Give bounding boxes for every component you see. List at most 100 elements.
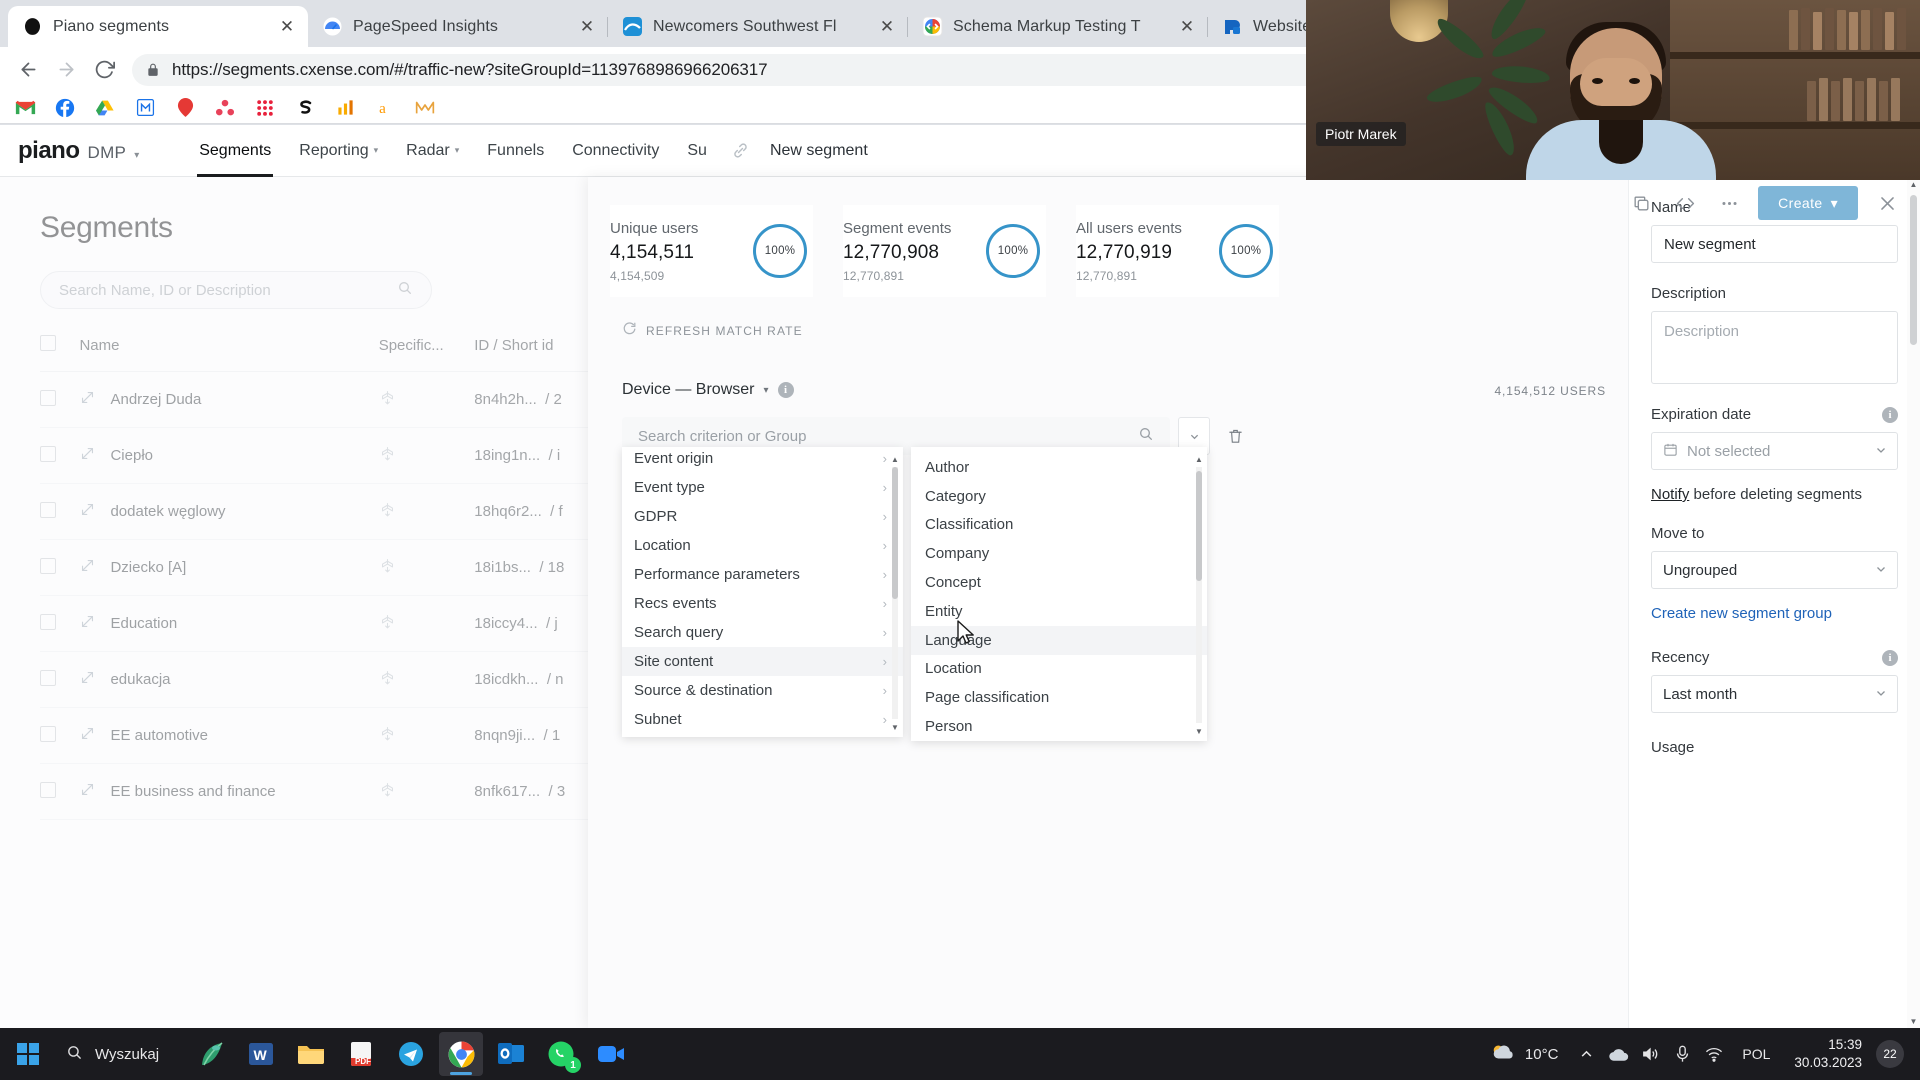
scroll-up-icon[interactable]: ▲ bbox=[1193, 453, 1205, 465]
file-explorer-icon[interactable] bbox=[289, 1032, 333, 1076]
info-icon[interactable]: i bbox=[1882, 406, 1898, 423]
close-icon[interactable]: ✕ bbox=[876, 16, 898, 38]
criterion-subcategory-item[interactable]: Classification bbox=[911, 511, 1207, 540]
criterion-subcategory-menu[interactable]: Author Category Classification Company Conce… bbox=[911, 447, 1207, 741]
webcam-overlay[interactable]: Piotr Marek bbox=[1306, 0, 1920, 180]
chevron-down-icon[interactable]: ▾ bbox=[763, 385, 768, 396]
nav-item-radar[interactable]: Radar ▾ bbox=[392, 125, 473, 177]
nav-item-su[interactable]: Su bbox=[673, 125, 721, 177]
scroll-down-icon[interactable]: ▼ bbox=[1907, 1014, 1920, 1028]
criterion-title[interactable]: Device — Browser bbox=[622, 381, 754, 399]
more-options-icon[interactable] bbox=[1714, 188, 1744, 218]
criterion-subcategory-item[interactable]: Author bbox=[911, 453, 1207, 482]
feather-icon[interactable] bbox=[189, 1032, 233, 1076]
delete-criterion-button[interactable] bbox=[1218, 417, 1252, 455]
scroll-down-icon[interactable]: ▼ bbox=[1193, 725, 1205, 737]
dots-bookmark[interactable] bbox=[254, 97, 276, 119]
gmail-bookmark[interactable] bbox=[14, 97, 36, 119]
close-modal-icon[interactable] bbox=[1872, 188, 1902, 218]
m-bookmark[interactable] bbox=[134, 97, 156, 119]
close-icon[interactable]: ✕ bbox=[1176, 16, 1198, 38]
code-icon[interactable] bbox=[1670, 188, 1700, 218]
info-icon[interactable]: i bbox=[1882, 649, 1898, 666]
criterion-category-item[interactable]: Search query › bbox=[622, 618, 903, 647]
create-button[interactable]: Create ▾ bbox=[1758, 186, 1858, 220]
zoom-app-icon[interactable] bbox=[589, 1032, 633, 1076]
criterion-subcategory-item[interactable]: Category bbox=[911, 482, 1207, 511]
chrome-app-icon[interactable] bbox=[439, 1032, 484, 1076]
chevron-down-icon[interactable] bbox=[1876, 564, 1886, 577]
expiration-date-select[interactable]: Not selected bbox=[1651, 432, 1898, 470]
drive-bookmark[interactable] bbox=[94, 97, 116, 119]
create-segment-group-link[interactable]: Create new segment group bbox=[1651, 605, 1832, 622]
duplicate-icon[interactable] bbox=[1626, 188, 1656, 218]
scroll-thumb[interactable] bbox=[892, 467, 898, 599]
scroll-up-icon[interactable]: ▲ bbox=[889, 453, 901, 465]
whatsapp-app-icon[interactable]: 1 bbox=[539, 1032, 583, 1076]
chevron-down-icon[interactable] bbox=[1876, 688, 1886, 701]
criterion-category-item[interactable]: Event type › bbox=[622, 473, 903, 502]
brand-logo[interactable]: piano DMP ▾ bbox=[18, 137, 139, 165]
owin-bookmark[interactable] bbox=[174, 97, 196, 119]
criterion-subcategory-item[interactable]: Page classification bbox=[911, 683, 1207, 712]
network-icon[interactable] bbox=[1700, 1032, 1728, 1076]
language-indicator[interactable]: POL bbox=[1732, 1046, 1780, 1062]
menu-right-scrollbar[interactable]: ▲ ▼ bbox=[1193, 453, 1205, 737]
acrobat-app-icon[interactable]: PDF bbox=[339, 1032, 383, 1076]
description-field[interactable]: Description bbox=[1651, 311, 1898, 384]
info-icon[interactable]: i bbox=[777, 382, 794, 398]
clock-widget[interactable]: 15:39 30.03.2023 bbox=[1784, 1036, 1872, 1072]
browser-tab-0[interactable]: Piano segments ✕ bbox=[8, 6, 308, 47]
nav-item-connectivity[interactable]: Connectivity bbox=[558, 125, 673, 177]
nav-item-segments[interactable]: Segments bbox=[185, 125, 285, 177]
refresh-match-rate-button[interactable]: REFRESH MATCH RATE bbox=[622, 321, 1588, 341]
scroll-thumb[interactable] bbox=[1910, 195, 1917, 345]
nav-item-reporting[interactable]: Reporting ▾ bbox=[285, 125, 392, 177]
analytics-bookmark[interactable] bbox=[334, 97, 356, 119]
name-field[interactable]: New segment bbox=[1651, 225, 1898, 263]
microphone-icon[interactable] bbox=[1668, 1032, 1696, 1076]
chevron-up-icon[interactable] bbox=[1572, 1032, 1600, 1076]
criterion-category-item[interactable]: Site content › bbox=[622, 647, 903, 676]
weather-widget[interactable]: 10°C bbox=[1480, 1042, 1569, 1066]
menu-left-scrollbar[interactable]: ▲ ▼ bbox=[889, 453, 901, 733]
criterion-category-item[interactable]: Recs events › bbox=[622, 589, 903, 618]
criterion-subcategory-item[interactable]: Entity bbox=[911, 597, 1207, 626]
criterion-category-item[interactable]: Performance parameters › bbox=[622, 560, 903, 589]
chevron-down-icon[interactable]: ▾ bbox=[134, 150, 139, 161]
start-button[interactable] bbox=[0, 1028, 56, 1080]
criterion-subcategory-item[interactable]: Person bbox=[911, 712, 1207, 741]
telegram-app-icon[interactable] bbox=[389, 1032, 433, 1076]
nav-item-funnels[interactable]: Funnels bbox=[473, 125, 558, 177]
browser-tab-2[interactable]: Newcomers Southwest Fl ✕ bbox=[608, 6, 908, 47]
criterion-subcategory-item[interactable]: Location bbox=[911, 655, 1207, 684]
browser-tab-1[interactable]: PageSpeed Insights ✕ bbox=[308, 6, 608, 47]
search-icon[interactable] bbox=[1138, 426, 1154, 447]
reload-icon[interactable] bbox=[86, 52, 122, 88]
taskbar-search[interactable]: Wyszukaj bbox=[56, 1028, 177, 1080]
criterion-subcategory-item[interactable]: Company bbox=[911, 539, 1207, 568]
notification-badge[interactable]: 22 bbox=[1876, 1040, 1904, 1068]
forward-icon[interactable] bbox=[48, 52, 84, 88]
page-scrollbar[interactable]: ▲ ▼ bbox=[1907, 177, 1920, 1028]
criterion-subcategory-item[interactable]: Concept bbox=[911, 568, 1207, 597]
criterion-category-item[interactable]: Event origin › bbox=[622, 447, 903, 473]
onedrive-icon[interactable] bbox=[1604, 1032, 1632, 1076]
close-icon[interactable]: ✕ bbox=[276, 16, 298, 38]
scroll-down-icon[interactable]: ▼ bbox=[889, 721, 901, 733]
word-app-icon[interactable]: W bbox=[239, 1032, 283, 1076]
criterion-category-item[interactable]: Source & destination › bbox=[622, 676, 903, 705]
criterion-category-item[interactable]: Subnet › bbox=[622, 705, 903, 734]
notify-link[interactable]: Notify bbox=[1651, 486, 1689, 503]
facebook-bookmark[interactable] bbox=[54, 97, 76, 119]
scroll-thumb[interactable] bbox=[1196, 471, 1202, 581]
outlook-app-icon[interactable] bbox=[489, 1032, 533, 1076]
move-to-select[interactable]: Ungrouped bbox=[1651, 551, 1898, 589]
chevron-down-icon[interactable] bbox=[1876, 445, 1886, 458]
browser-tab-3[interactable]: Schema Markup Testing T ✕ bbox=[908, 6, 1208, 47]
back-icon[interactable] bbox=[10, 52, 46, 88]
volume-icon[interactable] bbox=[1636, 1032, 1664, 1076]
mw-bookmark[interactable] bbox=[414, 97, 436, 119]
recency-select[interactable]: Last month bbox=[1651, 675, 1898, 713]
s-bookmark[interactable] bbox=[294, 97, 316, 119]
